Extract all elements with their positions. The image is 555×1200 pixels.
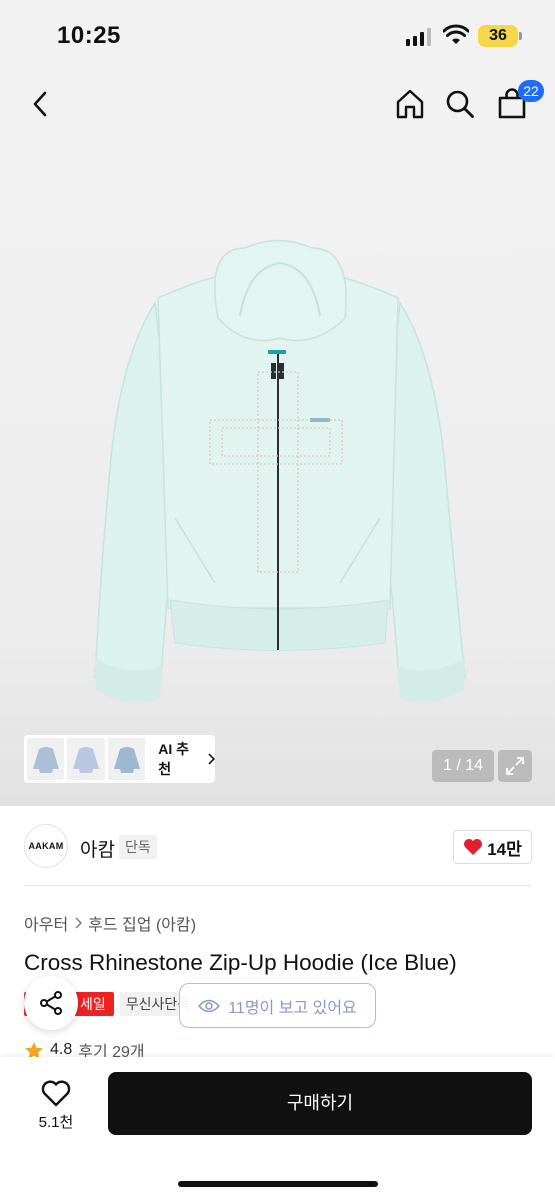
home-icon [396,89,424,119]
battery-indicator: 36 [478,25,522,47]
search-button[interactable] [440,82,480,126]
brand-name[interactable]: 아캄 [80,835,115,862]
cart-button[interactable]: 22 [492,80,544,126]
cellular-signal-icon [406,28,431,46]
expand-image-button[interactable] [498,750,532,782]
breadcrumb-level-1[interactable]: 아우터 [24,911,68,935]
search-icon [446,90,474,118]
brand-like-count: 14만 [487,839,522,859]
hoodie-thumb-icon [32,747,59,773]
top-navigation: 22 [0,70,555,138]
home-button[interactable] [390,82,430,126]
share-button[interactable] [24,976,78,1030]
cart-count-badge: 22 [518,80,544,102]
eye-icon [198,999,221,1012]
back-button[interactable] [20,82,60,126]
expand-icon [506,757,524,775]
wishlist-button[interactable]: 5.1천 [24,1075,88,1137]
recommend-thumb-1[interactable] [27,738,65,780]
heart-filled-icon [464,839,483,855]
brand-logo[interactable]: AAKAM [24,824,68,868]
home-indicator [178,1181,378,1187]
brand-row: AAKAM 아캄 단독 14만 [0,806,555,886]
product-title: Cross Rhinestone Zip-Up Hoodie (Ice Blue… [24,950,457,975]
chevron-right-icon [208,753,215,765]
hoodie-thumb-icon [113,747,140,773]
wifi-icon [443,24,469,44]
product-image-gallery[interactable]: AI 추천 1 / 14 [0,138,555,806]
hoodie-product-photo [94,239,466,703]
recommend-thumb-3[interactable] [107,738,146,780]
hoodie-thumb-icon [73,747,100,773]
ai-recommend-label[interactable]: AI 추천 [158,739,215,779]
chevron-left-icon [33,91,47,117]
divider [24,885,531,886]
status-time: 10:25 [57,22,121,49]
heart-outline-icon [41,1080,71,1107]
recommend-thumb-2[interactable] [67,738,105,780]
brand-like-button[interactable]: 14만 [453,830,532,864]
bottom-action-bar: 5.1천 구매하기 [0,1057,555,1200]
live-viewers-text: 11명이 보고 있어요 [228,999,357,1017]
brand-exclusive-tag: 단독 [119,835,157,859]
image-page-counter: 1 / 14 [432,750,494,782]
breadcrumb: 아우터 후드 집업 (아캄) [24,911,196,935]
breadcrumb-level-2[interactable]: 후드 집업 (아캄) [88,911,196,935]
wishlist-count: 5.1천 [38,1114,74,1131]
ai-recommend-strip[interactable]: AI 추천 [24,735,215,783]
ai-recommend-text: AI 추천 [158,741,189,777]
share-icon [40,991,62,1015]
chevron-right-icon [75,917,83,929]
buy-button[interactable]: 구매하기 [108,1072,532,1135]
status-bar: 10:25 36 [0,0,555,70]
live-viewers-pill: 11명이 보고 있어요 [179,983,376,1028]
